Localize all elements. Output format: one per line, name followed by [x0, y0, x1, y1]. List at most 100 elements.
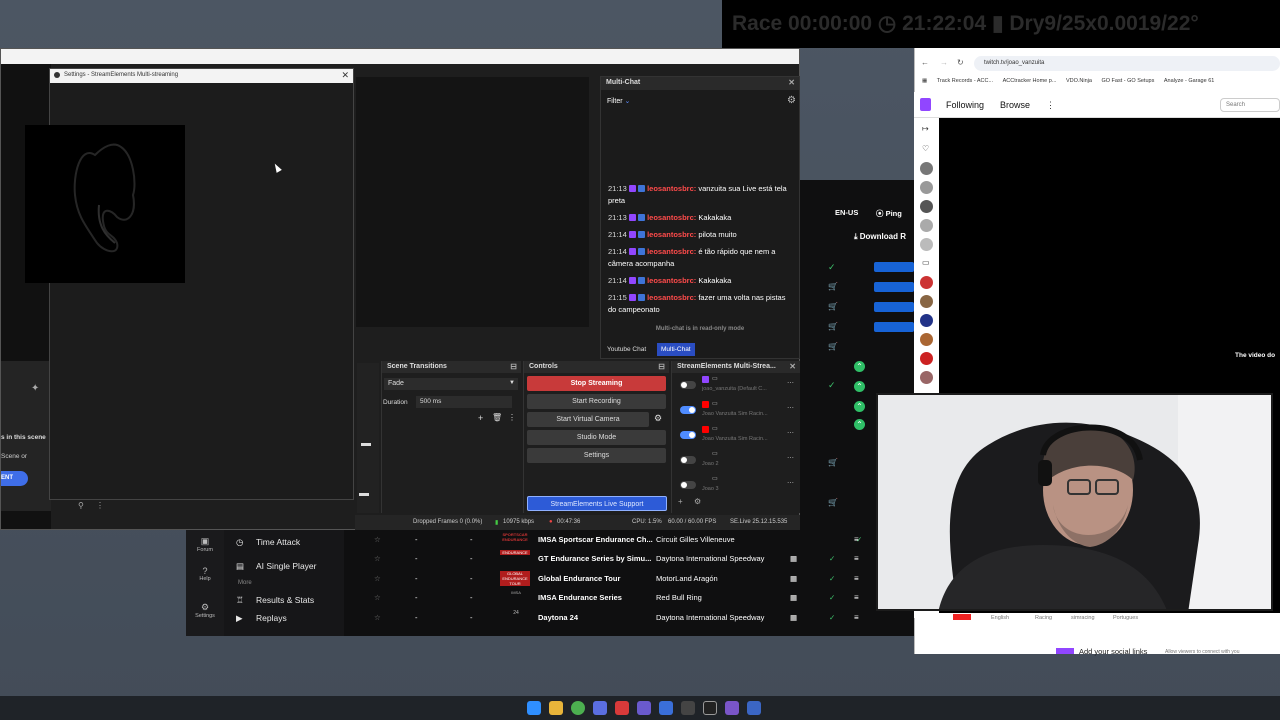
bookmark-item[interactable]: VDO.Ninja	[1066, 78, 1092, 84]
close-icon[interactable]: ✕	[341, 70, 349, 81]
star-icon[interactable]: ☆	[374, 593, 381, 602]
tab-multi-chat[interactable]: Multi-Chat	[657, 343, 695, 356]
table-row[interactable]: ☆ -- 24 Daytona 24 Daytona International…	[370, 608, 914, 627]
gear-icon[interactable]: ⚙	[694, 497, 701, 506]
more-icon[interactable]: ⋯	[787, 379, 794, 387]
studio-mode-button[interactable]: Studio Mode	[527, 430, 666, 445]
star-icon[interactable]: ☆	[374, 574, 381, 583]
app-icon[interactable]	[747, 701, 761, 715]
reload-icon[interactable]: ↻	[957, 58, 964, 67]
star-icon[interactable]: ☆	[374, 554, 381, 563]
table-row[interactable]: ☆ -- ENDURANCE GT Endurance Series by Si…	[370, 549, 914, 568]
heart-icon[interactable]: ♡	[922, 144, 929, 153]
toggle-switch[interactable]	[680, 381, 696, 389]
twitch-logo-icon[interactable]	[920, 98, 931, 111]
more-icon[interactable]: ⋯	[787, 404, 794, 412]
toggle-switch[interactable]	[680, 431, 696, 439]
nav-browse[interactable]: Browse	[1000, 100, 1030, 110]
stop-streaming-button[interactable]: Stop Streaming	[527, 376, 666, 391]
app-icon[interactable]	[681, 701, 695, 715]
tab-youtube-chat[interactable]: Youtube Chat	[605, 344, 648, 355]
settings-nav[interactable]: ⚙ Settings	[186, 602, 224, 619]
star-icon[interactable]: ☆	[374, 535, 381, 544]
tag[interactable]: simracing	[1071, 615, 1095, 621]
avatar[interactable]	[920, 352, 933, 365]
avatar[interactable]	[920, 295, 933, 308]
help-nav[interactable]: ? Help	[186, 566, 224, 582]
stream-destination[interactable]: ▭ Joao Vanzuita Sim Racin... ⋯	[672, 398, 800, 423]
forum-nav[interactable]: ▣ Forum	[186, 536, 224, 553]
camera-icon[interactable]: ▭	[922, 258, 930, 267]
app-icon[interactable]	[659, 701, 673, 715]
more-icon[interactable]: ⋯	[787, 429, 794, 437]
apps-icon[interactable]: ▦	[922, 78, 927, 84]
avatar[interactable]	[920, 219, 933, 232]
discord-icon[interactable]	[593, 701, 607, 715]
more-icon[interactable]: ⋮	[96, 501, 104, 510]
toggle-switch[interactable]	[680, 456, 696, 464]
gear-icon[interactable]: ⚙	[787, 95, 796, 106]
add-icon[interactable]: +	[678, 497, 683, 506]
join-button[interactable]	[874, 322, 914, 335]
avatar[interactable]	[920, 333, 933, 346]
start-icon[interactable]	[527, 701, 541, 715]
avatar[interactable]	[920, 181, 933, 194]
add-source-button[interactable]: ENT	[1, 471, 28, 486]
avatar[interactable]	[920, 276, 933, 289]
link-icon[interactable]: ⚲	[78, 501, 84, 510]
avatar[interactable]	[920, 238, 933, 251]
duration-input[interactable]: 500 ms	[416, 396, 512, 408]
gear-icon[interactable]: ⚙	[654, 413, 662, 424]
close-icon[interactable]: ✕	[789, 362, 796, 371]
toggle-switch[interactable]	[680, 481, 696, 489]
table-row[interactable]: ☆ -- GLOBAL ENDURANCE TOUR Global Endura…	[370, 569, 914, 588]
more-icon[interactable]: ⋯	[787, 454, 794, 462]
menu-replays[interactable]: ▶ Replays	[224, 612, 344, 624]
dock-menu-icon[interactable]: ⊟	[658, 362, 665, 371]
avatar[interactable]	[920, 200, 933, 213]
app-icon[interactable]	[637, 701, 651, 715]
more-icon[interactable]: ⋮	[508, 413, 516, 422]
back-icon[interactable]: ←	[921, 58, 929, 67]
volume-fader[interactable]	[361, 443, 371, 446]
tag[interactable]: Portugues	[1113, 615, 1138, 621]
trash-icon[interactable]: 🗑	[492, 413, 502, 422]
join-button[interactable]	[874, 302, 914, 315]
menu-results-stats[interactable]: ♖ Results & Stats	[224, 588, 344, 612]
join-button[interactable]	[874, 262, 914, 275]
stream-destination[interactable]: ▭ joao_vanzuita (Default C... ⋯	[672, 373, 800, 398]
stream-destination[interactable]: ▭ Joao 2 ⋯	[672, 448, 800, 473]
close-icon[interactable]: ✕	[788, 78, 795, 87]
more-icon[interactable]: ⋮	[1046, 100, 1055, 111]
start-virtual-camera-button[interactable]: Start Virtual Camera	[527, 412, 649, 427]
chrome-icon[interactable]	[571, 701, 585, 715]
settings-button[interactable]: Settings	[527, 448, 666, 463]
avatar[interactable]	[920, 371, 933, 384]
app-icon[interactable]	[725, 701, 739, 715]
language-selector[interactable]: EN-US	[835, 208, 858, 217]
bookmark-item[interactable]: GO Fast - GO Setups	[1101, 78, 1154, 84]
dock-menu-icon[interactable]: ⊟	[510, 362, 517, 371]
more-icon[interactable]: ⋯	[787, 479, 794, 487]
search-input[interactable]: Search	[1220, 98, 1280, 112]
live-support-button[interactable]: StreamElements Live Support	[527, 496, 667, 511]
table-row[interactable]: ☆ -- IMSA IMSA Endurance Series Red Bull…	[370, 588, 914, 607]
bookmark-item[interactable]: Analyze - Garage 61	[1164, 78, 1214, 84]
star-icon[interactable]: ☆	[374, 613, 381, 622]
obs-icon[interactable]	[703, 701, 717, 715]
folder-icon[interactable]	[549, 701, 563, 715]
add-icon[interactable]: +	[478, 413, 483, 423]
menu-ai-single-player[interactable]: ▤ AI Single Player	[224, 554, 344, 578]
collapse-icon[interactable]: ↦	[922, 124, 929, 133]
table-row[interactable]: ☆ -- SPORTSCAR ENDURANCE IMSA Sportscar …	[370, 530, 914, 549]
volume-fader[interactable]	[359, 493, 369, 496]
avatar[interactable]	[920, 162, 933, 175]
transition-select[interactable]: Fade ▼	[384, 378, 518, 390]
sparkle-icon[interactable]: ✦	[31, 383, 39, 394]
tag[interactable]: Racing	[1035, 615, 1052, 621]
app-icon[interactable]	[615, 701, 629, 715]
menu-time-attack[interactable]: ◷ Time Attack	[224, 530, 344, 554]
forward-icon[interactable]: →	[940, 58, 948, 67]
join-button[interactable]	[874, 282, 914, 295]
stream-destination[interactable]: ▭ Joao 3 ⋯	[672, 473, 800, 498]
